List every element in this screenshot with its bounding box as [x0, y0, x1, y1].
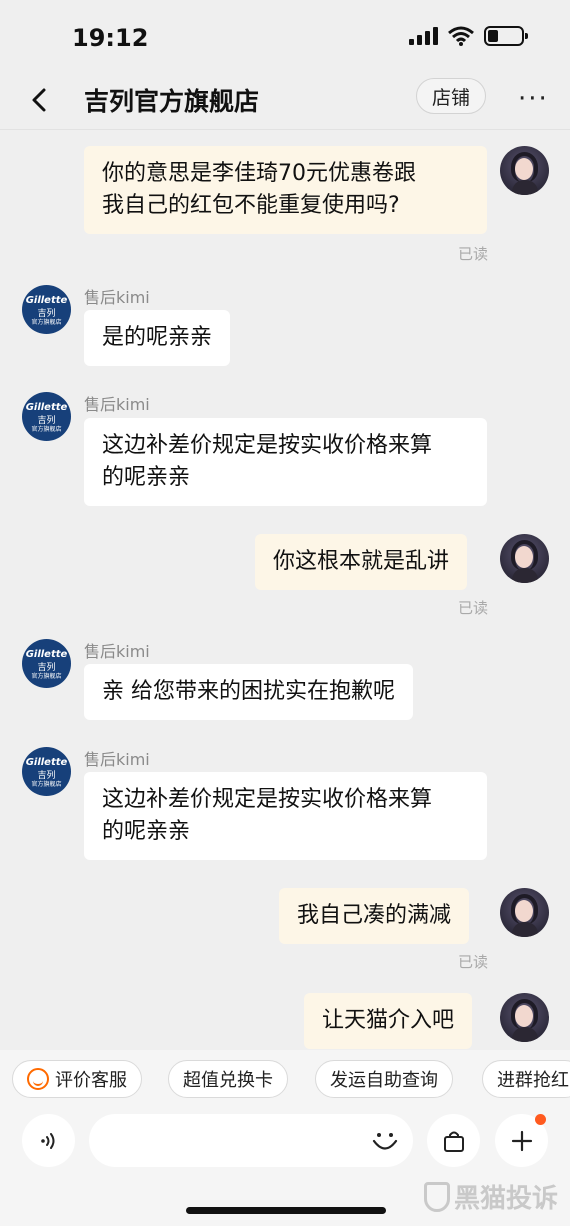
shop-button[interactable]: 店铺	[416, 78, 486, 114]
status-bar: 19:12	[0, 0, 570, 72]
sender-name: 售后kimi	[84, 395, 150, 414]
sender-name: 售后kimi	[84, 750, 150, 769]
message-bubble-outgoing[interactable]: 我自己凑的满减	[279, 888, 470, 944]
more-icon[interactable]: ···	[518, 84, 549, 114]
chat-header: 吉列官方旗舰店 店铺 ···	[0, 72, 570, 130]
watermark: 黑猫投诉	[424, 1178, 558, 1215]
chat-area[interactable]: 你的意思是李佳琦70元优惠卷跟 我自己的红包不能重复使用吗? 已读 Gillet…	[0, 130, 570, 1050]
chevron-left-icon[interactable]	[28, 84, 52, 116]
read-status: 已读	[458, 245, 489, 263]
shield-icon	[424, 1181, 450, 1212]
user-avatar[interactable]	[500, 146, 549, 195]
user-avatar[interactable]	[500, 888, 549, 937]
shop-avatar[interactable]: Gillette 吉列 官方旗舰店	[22, 285, 71, 334]
shop-avatar[interactable]: Gillette 吉列 官方旗舰店	[22, 747, 71, 796]
message-bubble-outgoing[interactable]: 你的意思是李佳琦70元优惠卷跟 我自己的红包不能重复使用吗?	[84, 146, 487, 234]
home-indicator[interactable]	[186, 1207, 386, 1214]
quick-reply-rate-service[interactable]: 评价客服	[12, 1060, 142, 1098]
notification-dot	[535, 1114, 546, 1125]
page-title: 吉列官方旗舰店	[84, 87, 260, 116]
message-bubble-incoming[interactable]: 这边补差价规定是按实收价格来算 的呢亲亲	[84, 418, 487, 506]
battery-icon	[484, 26, 528, 46]
emoji-icon[interactable]	[370, 1128, 400, 1154]
status-time: 19:12	[72, 24, 149, 52]
message-bubble-outgoing[interactable]: 你这根本就是乱讲	[255, 534, 468, 590]
plus-icon	[511, 1130, 532, 1151]
shop-avatar[interactable]: Gillette 吉列 官方旗舰店	[22, 639, 71, 688]
message-bubble-incoming[interactable]: 亲 给您带来的困扰实在抱歉呢	[84, 664, 413, 720]
sender-name: 售后kimi	[84, 288, 150, 307]
voice-icon	[40, 1132, 54, 1149]
smile-icon	[27, 1068, 49, 1090]
quick-reply-join-group[interactable]: 进群抢红	[482, 1060, 570, 1098]
quick-reply-bar: 评价客服 超值兑换卡 发运自助查询 进群抢红	[0, 1050, 570, 1112]
quick-reply-exchange-card[interactable]: 超值兑换卡	[168, 1060, 288, 1098]
quick-reply-shipping-query[interactable]: 发运自助查询	[315, 1060, 453, 1098]
shopping-bag-button[interactable]	[427, 1114, 480, 1167]
message-bubble-incoming[interactable]: 这边补差价规定是按实收价格来算 的呢亲亲	[84, 772, 487, 860]
user-avatar[interactable]	[500, 534, 549, 583]
status-icons	[409, 26, 528, 46]
shop-avatar[interactable]: Gillette 吉列 官方旗舰店	[22, 392, 71, 441]
message-input[interactable]	[89, 1114, 413, 1167]
read-status: 已读	[458, 953, 489, 971]
wifi-icon	[448, 26, 474, 46]
message-bubble-outgoing[interactable]: 让天猫介入吧	[304, 993, 473, 1049]
voice-button[interactable]	[22, 1114, 75, 1167]
shopping-bag-icon	[443, 1131, 464, 1152]
message-bubble-incoming[interactable]: 是的呢亲亲	[84, 310, 231, 366]
read-status: 已读	[458, 599, 489, 617]
user-avatar[interactable]	[500, 993, 549, 1042]
signal-icon	[409, 27, 438, 45]
sender-name: 售后kimi	[84, 642, 150, 661]
